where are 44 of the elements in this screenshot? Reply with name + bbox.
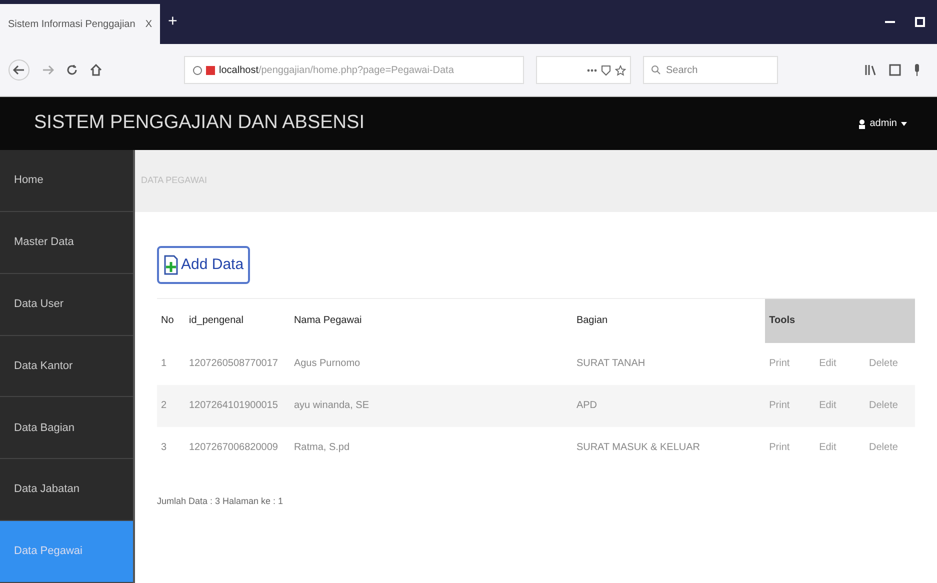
search-icon: [651, 65, 661, 75]
table-cell-text: Agus Purnomo: [292, 357, 362, 371]
add-data-button[interactable]: Add Data: [157, 246, 250, 284]
user-icon: [858, 118, 866, 128]
library-icon[interactable]: [865, 64, 877, 76]
caret-icon: [901, 122, 907, 126]
table-cell: APD: [572, 384, 766, 426]
back-icon[interactable]: [8, 59, 30, 81]
table-cell-text: 1207260508770017: [188, 357, 279, 371]
search-field[interactable]: Search: [643, 56, 778, 84]
app-title: SISTEM PENGGAJIAN DAN ABSENSI: [34, 111, 364, 136]
sidebar-item[interactable]: Data User: [0, 274, 133, 336]
column-header: Tools: [765, 298, 915, 342]
add-icon: [163, 254, 179, 276]
maximize-icon[interactable]: [915, 17, 925, 27]
table-cell: 1207267006820009: [184, 426, 290, 468]
site-icon: [206, 66, 215, 74]
home-icon[interactable]: [90, 64, 102, 76]
table-cell: SURAT MASUK & KELUAR: [572, 426, 766, 468]
microphone-icon[interactable]: [913, 64, 921, 76]
new-tab-button[interactable]: +: [160, 10, 186, 34]
table-cell: Ratma, S.pd: [290, 426, 572, 468]
sidebar-item[interactable]: Data Kantor: [0, 336, 133, 398]
table-cell: 3: [157, 426, 185, 468]
record-summary: Jumlah Data : 3 Halaman ke : 1: [157, 494, 284, 508]
table-cell: ayu winanda, SE: [290, 384, 572, 426]
table-cell-text: 1: [160, 357, 168, 371]
reload-icon[interactable]: [66, 64, 78, 76]
tab-close-button[interactable]: X: [145, 16, 152, 32]
sidebar-icon[interactable]: [889, 64, 901, 76]
star-icon[interactable]: [615, 64, 626, 76]
address-bar[interactable]: localhost/penggajian/home.php?page=Pegawai-Data: [184, 56, 524, 84]
table-cell: SURAT TANAH: [572, 342, 766, 384]
table-cell: 1207264101900015: [184, 384, 290, 426]
user-menu[interactable]: admin: [858, 116, 907, 131]
shield-icon[interactable]: [601, 64, 611, 76]
browser-tab[interactable]: Sistem Informasi Penggajian X: [0, 4, 160, 44]
column-header: id_pengenal: [184, 298, 290, 342]
table-cell: 2: [157, 384, 185, 426]
more-icon[interactable]: [587, 68, 597, 72]
column-header: Bagian: [572, 298, 766, 342]
info-icon: [193, 66, 202, 74]
column-header: Nama Pegawai: [290, 298, 572, 342]
column-header: No: [157, 298, 185, 342]
